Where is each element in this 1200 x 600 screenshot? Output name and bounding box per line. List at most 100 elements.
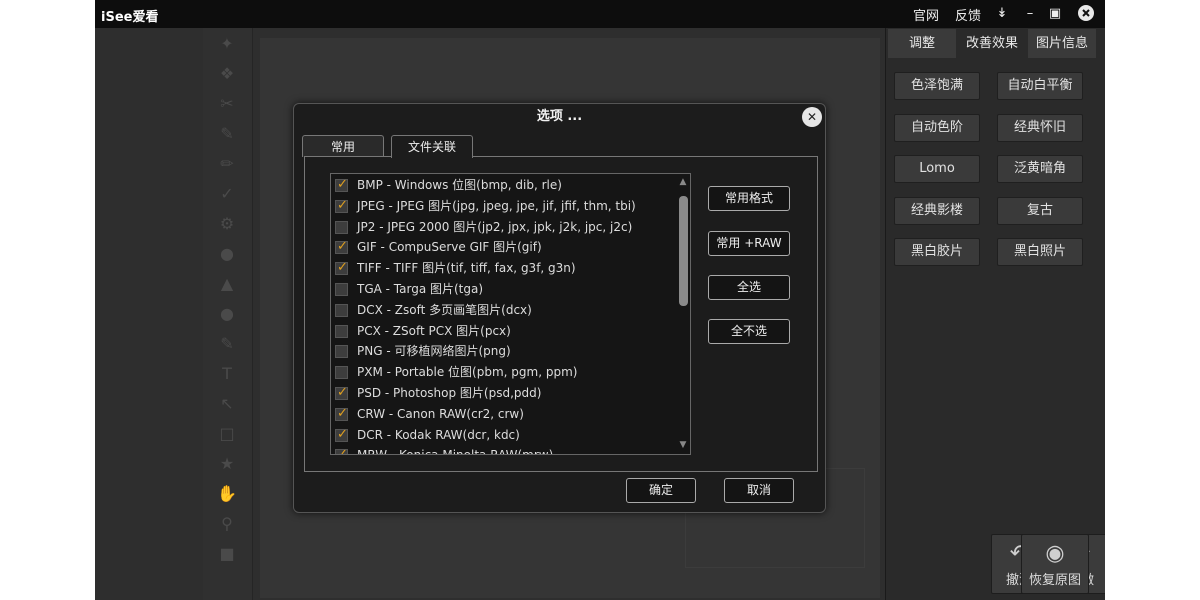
bg-tool-icon: ✓ xyxy=(220,184,234,203)
checkmark-icon: ✓ xyxy=(337,405,348,421)
format-list-item[interactable]: ✓ CRW - Canon RAW(cr2, crw) xyxy=(331,404,676,425)
tab-file-association[interactable]: 文件关联 xyxy=(391,135,473,158)
format-label: TIFF - TIFF 图片(tif, tiff, fax, g3f, g3n) xyxy=(357,261,576,276)
format-label: GIF - CompuServe GIF 图片(gif) xyxy=(357,240,542,255)
format-checkbox[interactable]: ✓ xyxy=(335,385,348,400)
effect-retro-button[interactable]: 复古 xyxy=(997,197,1083,225)
effect-auto-white-balance-button[interactable]: 自动白平衡 xyxy=(997,72,1083,100)
bg-tool-icon: ✎ xyxy=(220,124,234,143)
dialog-close-icon[interactable]: ✕ xyxy=(802,107,822,127)
bg-tool-icon: ✎ xyxy=(220,334,234,353)
bg-tool-icon: ▲ xyxy=(220,274,234,293)
format-label: PCX - ZSoft PCX 图片(pcx) xyxy=(357,323,511,338)
bg-tool-icon: ✋ xyxy=(217,484,237,503)
expand-down-icon[interactable]: ↡ xyxy=(992,3,1012,23)
format-label: CRW - Canon RAW(cr2, crw) xyxy=(357,406,524,421)
format-list-item[interactable]: PCX - ZSoft PCX 图片(pcx) xyxy=(331,321,676,342)
ok-button[interactable]: 确定 xyxy=(626,478,696,503)
format-label: MRW - Konica Minolta RAW(mrw) xyxy=(357,445,553,454)
format-checkbox[interactable] xyxy=(335,324,348,338)
minimize-icon[interactable]: – xyxy=(1020,3,1040,23)
format-list-item[interactable]: JP2 - JPEG 2000 图片(jp2, jpx, jpk, j2k, j… xyxy=(331,217,676,238)
format-list-item[interactable]: ✓ GIF - CompuServe GIF 图片(gif) xyxy=(331,237,676,258)
bg-tool-icon: ✦ xyxy=(220,34,234,53)
effect-yellow-vignette-button[interactable]: 泛黄暗角 xyxy=(997,155,1083,183)
tab-enhance-effects[interactable]: 改善效果 xyxy=(958,29,1026,58)
checkmark-icon: ✓ xyxy=(337,177,348,192)
tab-image-info[interactable]: 图片信息 xyxy=(1028,29,1096,58)
select-all-button[interactable]: 全选 xyxy=(708,275,790,300)
format-checkbox[interactable]: ✓ xyxy=(335,239,348,255)
format-label: DCX - Zsoft 多页画笔图片(dcx) xyxy=(357,302,532,317)
format-label: PXM - Portable 位图(pbm, pgm, ppm) xyxy=(357,365,578,380)
format-checkbox[interactable]: ✓ xyxy=(335,177,348,192)
format-checkbox[interactable] xyxy=(335,283,348,296)
file-association-pane: ✓ MRW - Konica Minolta RAW(mrw) ✓ DCR - Kod… xyxy=(304,156,818,472)
bg-tool-icon: ■ xyxy=(219,544,235,563)
feedback-link[interactable]: 反馈 xyxy=(955,5,981,24)
common-formats-button[interactable]: 常用格式 xyxy=(708,186,790,211)
format-checkbox[interactable]: ✓ xyxy=(335,260,348,276)
format-checkbox[interactable]: ✓ xyxy=(335,198,348,213)
options-dialog: 选项 ... ✕ 常用 文件关联 ✓ MRW - Konica Minolta R… xyxy=(293,103,826,513)
scroll-up-icon[interactable]: ▲ xyxy=(678,176,688,188)
bg-tool-icon: ● xyxy=(220,244,234,263)
scroll-thumb[interactable] xyxy=(679,196,688,306)
format-label: PNG - 可移植网络图片(png) xyxy=(357,344,511,359)
effect-studio-button[interactable]: 经典影楼 xyxy=(894,197,980,225)
effect-lomo-button[interactable]: Lomo xyxy=(894,155,980,183)
format-checkbox[interactable] xyxy=(335,303,348,317)
format-checkbox[interactable] xyxy=(335,345,348,359)
format-list-item[interactable]: ✓ MRW - Konica Minolta RAW(mrw) xyxy=(331,445,676,454)
format-list-item[interactable]: PXM - Portable 位图(pbm, pgm, ppm) xyxy=(331,362,676,383)
format-checkbox[interactable]: ✓ xyxy=(335,405,348,421)
format-list-item[interactable]: ✓ PSD - Photoshop 图片(psd,pdd) xyxy=(331,383,676,404)
select-none-button[interactable]: 全不选 xyxy=(708,319,790,344)
checkmark-icon: ✓ xyxy=(337,385,348,400)
format-label: BMP - Windows 位图(bmp, dib, rle) xyxy=(357,178,562,192)
bg-tool-icon: ↖ xyxy=(220,394,234,413)
format-checkbox[interactable]: ✓ xyxy=(335,427,348,442)
restore-icon: ◉ xyxy=(1045,541,1065,566)
format-list-scrollbar[interactable]: ▲ ▼ xyxy=(676,174,690,454)
format-list-item[interactable]: ✓ DCR - Kodak RAW(dcr, kdc) xyxy=(331,425,676,446)
format-checkbox[interactable]: ✓ xyxy=(335,447,348,454)
restore-original-button[interactable]: ◉ 恢复原图 xyxy=(1021,534,1089,594)
cancel-button[interactable]: 取消 xyxy=(724,478,794,503)
effect-bw-film-button[interactable]: 黑白胶片 xyxy=(894,238,980,266)
bg-tool-icon: ⚲ xyxy=(221,514,233,533)
close-window-icon[interactable] xyxy=(1076,3,1096,23)
background-toolstrip: ✦ ❖ ✂ ✎ ✏ ✓ ⚙ ● ▲ ● ✎ T ↖ □ ★ ✋ ⚲ ■ xyxy=(203,28,253,600)
format-list-item[interactable]: TGA - Targa 图片(tga) xyxy=(331,279,676,300)
effect-classic-nostalgia-button[interactable]: 经典怀旧 xyxy=(997,114,1083,142)
official-site-link[interactable]: 官网 xyxy=(913,5,939,24)
format-list-item[interactable]: ✓ BMP - Windows 位图(bmp, dib, rle) xyxy=(331,175,676,196)
checkmark-icon: ✓ xyxy=(337,260,348,276)
format-label: JPEG - JPEG 图片(jpg, jpeg, jpe, jif, jfif… xyxy=(357,198,636,213)
effect-bw-photo-button[interactable]: 黑白照片 xyxy=(997,238,1083,266)
bg-tool-icon: ● xyxy=(220,304,234,323)
format-checkbox[interactable] xyxy=(335,220,348,234)
app-title: iSee爱看 xyxy=(101,10,159,25)
right-panel: 调整 改善效果 图片信息 色泽饱满 自动白平衡 自动色阶 经典怀旧 Lomo 泛… xyxy=(885,28,1105,600)
bg-tool-icon: ❖ xyxy=(219,64,235,83)
format-checkbox[interactable] xyxy=(335,366,348,380)
effect-rich-color-button[interactable]: 色泽饱满 xyxy=(894,72,980,100)
tab-adjust[interactable]: 调整 xyxy=(888,29,956,58)
dialog-title: 选项 ... xyxy=(536,109,583,124)
format-list-item[interactable]: PNG - 可移植网络图片(png) xyxy=(331,341,676,362)
bg-tool-icon: □ xyxy=(219,424,235,443)
format-label: JP2 - JPEG 2000 图片(jp2, jpx, jpk, j2k, j… xyxy=(357,219,633,234)
tab-general[interactable]: 常用 xyxy=(302,135,384,157)
bg-tool-icon: T xyxy=(222,364,232,383)
common-plus-raw-button[interactable]: 常用 +RAW xyxy=(708,231,790,256)
format-list-item[interactable]: ✓ JPEG - JPEG 图片(jpg, jpeg, jpe, jif, jfi… xyxy=(331,196,676,217)
format-list[interactable]: ✓ MRW - Konica Minolta RAW(mrw) ✓ DCR - Kod… xyxy=(330,173,691,455)
format-list-item[interactable]: ✓ TIFF - TIFF 图片(tif, tiff, fax, g3f, g3n… xyxy=(331,258,676,279)
bg-tool-icon: ✂ xyxy=(220,94,234,113)
format-list-item[interactable]: DCX - Zsoft 多页画笔图片(dcx) xyxy=(331,300,676,321)
maximize-icon[interactable]: ▣ xyxy=(1045,3,1065,23)
bg-tool-icon: ✏ xyxy=(220,154,234,173)
scroll-down-icon[interactable]: ▼ xyxy=(678,439,688,451)
effect-auto-levels-button[interactable]: 自动色阶 xyxy=(894,114,980,142)
